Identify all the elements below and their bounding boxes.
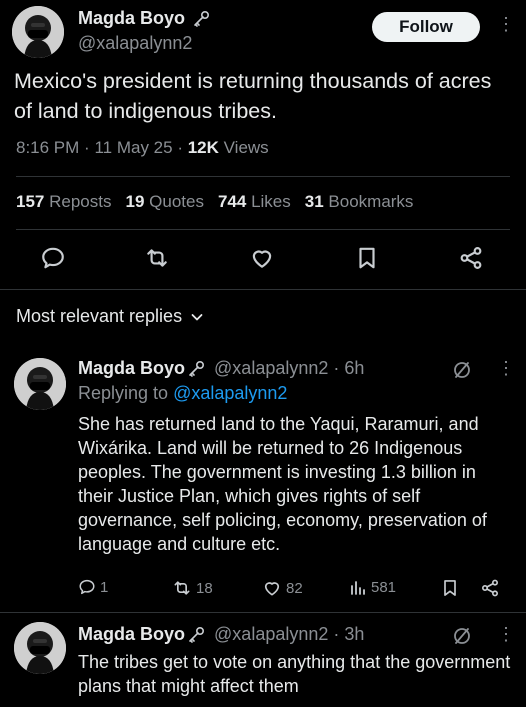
engagement-stats: 157 Reposts 19 Quotes 744 Likes 31 Bookm…	[16, 192, 413, 212]
reposts-stat[interactable]: 157 Reposts	[16, 192, 111, 212]
replying-to: Replying to @xalapalynn2	[78, 383, 288, 403]
post-date[interactable]: 11 May 25	[94, 138, 172, 157]
divider	[16, 176, 510, 177]
bookmark-icon[interactable]	[440, 578, 460, 598]
author-handle[interactable]: @xalapalynn2	[78, 33, 192, 54]
author-name-row[interactable]: Magda Boyo	[78, 8, 210, 29]
more-options-icon[interactable]: ⋮	[497, 14, 515, 35]
post-time[interactable]: 8:16 PM	[16, 138, 79, 157]
author-avatar[interactable]	[12, 6, 64, 58]
bookmarks-stat[interactable]: 31 Bookmarks	[305, 192, 414, 212]
post-action-bar	[0, 244, 526, 276]
share-nodes-icon[interactable]	[480, 578, 500, 598]
reply-avatar[interactable]	[14, 358, 66, 410]
repost-arrows-icon[interactable]	[143, 244, 171, 272]
divider	[16, 229, 510, 230]
likes-stat[interactable]: 744 Likes	[218, 192, 291, 212]
reply-repost-button[interactable]: 18	[172, 578, 213, 598]
reply-header: Magda Boyo @xalapalynn2 · 3h	[78, 624, 365, 644]
reply-text: The tribes get to vote on anything that …	[78, 652, 511, 696]
post-text: Mexico's president is returning thousand…	[14, 69, 492, 123]
heart-icon[interactable]	[248, 244, 276, 272]
views-count: 12K	[187, 138, 219, 157]
reply-author-name[interactable]: Magda Boyo	[78, 624, 185, 644]
views-label: Views	[223, 138, 269, 157]
replies-sort-label: Most relevant replies	[16, 306, 183, 326]
reply-text: She has returned land to the Yaqui, Rara…	[78, 414, 487, 554]
reply-author-name[interactable]: Magda Boyo	[78, 358, 185, 378]
reply-author-handle[interactable]: @xalapalynn2	[214, 358, 328, 378]
speech-bubble-icon[interactable]	[39, 244, 67, 272]
slashed-circle-icon[interactable]	[452, 360, 472, 380]
chevron-down-icon	[190, 310, 204, 324]
key-badge-icon	[187, 626, 205, 644]
replying-to-link[interactable]: @xalapalynn2	[173, 383, 287, 403]
bar-chart-icon	[349, 578, 367, 596]
bookmark-icon[interactable]	[353, 244, 381, 272]
key-badge-icon	[187, 360, 205, 378]
divider	[0, 612, 526, 613]
reply-age: 3h	[344, 624, 365, 644]
share-nodes-icon[interactable]	[457, 244, 485, 272]
reply-action-bar: 1 18 82 581	[0, 578, 526, 602]
speech-bubble-icon	[78, 578, 96, 596]
reply-author-handle[interactable]: @xalapalynn2	[214, 624, 328, 644]
reply-age: 6h	[344, 358, 365, 378]
repost-arrows-icon	[172, 578, 192, 598]
key-badge-icon	[192, 10, 210, 28]
reply-header: Magda Boyo @xalapalynn2 · 6h	[78, 358, 365, 378]
divider	[0, 289, 526, 290]
more-options-icon[interactable]: ⋮	[497, 358, 515, 379]
follow-button[interactable]: Follow	[372, 12, 480, 42]
heart-icon	[262, 578, 282, 598]
quotes-stat[interactable]: 19 Quotes	[125, 192, 203, 212]
slashed-circle-icon[interactable]	[452, 626, 472, 646]
reply-views-button[interactable]: 581	[349, 578, 396, 596]
reply-avatar[interactable]	[14, 622, 66, 674]
post-meta: 8:16 PM · 11 May 25 · 12K Views	[16, 138, 269, 157]
reply-reply-button[interactable]: 1	[78, 578, 108, 596]
more-options-icon[interactable]: ⋮	[497, 624, 515, 645]
replies-sort-dropdown[interactable]: Most relevant replies	[16, 306, 204, 327]
reply-like-button[interactable]: 82	[262, 578, 303, 598]
author-name[interactable]: Magda Boyo	[78, 8, 185, 28]
